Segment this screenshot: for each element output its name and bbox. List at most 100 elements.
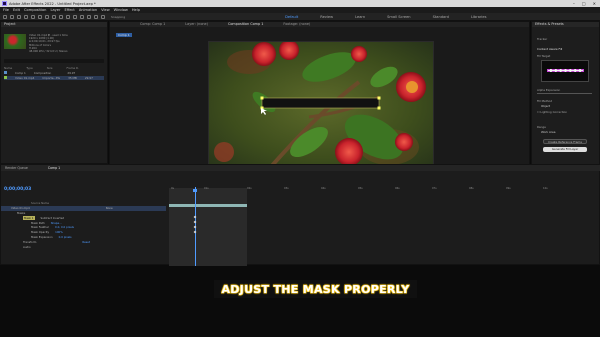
transform-reset[interactable]: Reset [82, 240, 90, 244]
ruler-tick: 0s [171, 187, 175, 190]
ruler-tick: 04s [321, 187, 326, 190]
menu-edit[interactable]: Edit [13, 8, 20, 12]
transform-group: Transform [23, 239, 37, 244]
ruler-tick: 08s [469, 187, 474, 190]
time-ruler[interactable]: 0s 01s 02s 03s 04s 05s 06s 07s 08s 09s 1… [169, 187, 599, 193]
mask-shape[interactable] [261, 97, 380, 109]
pen-tool-icon[interactable] [59, 14, 63, 19]
clone-stamp-tool-icon[interactable] [80, 14, 84, 19]
playhead-handle[interactable] [193, 189, 197, 192]
generate-fill-layer-button[interactable]: Generate Fill Layer [543, 147, 587, 152]
home-icon[interactable] [3, 14, 7, 19]
work-area [169, 188, 247, 266]
project-columns: Name Type Size Frame R. [4, 66, 104, 70]
comp-breadcrumb[interactable]: Comp 1 [116, 33, 132, 37]
close-icon[interactable]: ✕ [593, 1, 596, 6]
minimize-icon[interactable]: – [573, 1, 575, 6]
selection-tool-icon[interactable] [10, 14, 14, 19]
pan-behind-tool-icon[interactable] [45, 14, 49, 19]
workspace-libraries[interactable]: Libraries [471, 15, 487, 19]
footage-thumbnail [4, 34, 26, 49]
ruler-tick: 03s [284, 187, 289, 190]
workspace-learn[interactable]: Learn [355, 15, 365, 19]
tab-layer[interactable]: Layer: (none) [185, 22, 208, 27]
zoom-tool-icon[interactable] [24, 14, 28, 19]
mask-expansion-value[interactable]: 0.0 pixels [59, 235, 72, 239]
audio-group: Audio [23, 244, 31, 249]
property-row[interactable]: Audio [1, 244, 166, 249]
column-name[interactable]: Name [4, 66, 12, 70]
item-fps: 29.97 [67, 71, 76, 75]
menu-layer[interactable]: Layer [50, 8, 60, 12]
menu-view[interactable]: View [101, 8, 110, 12]
mask-tool-icon[interactable] [52, 14, 56, 19]
workspace-small-screen[interactable]: Small Screen [387, 15, 410, 19]
workspace-default[interactable]: Default [285, 15, 298, 19]
project-panel: Project Video 01.mp4 ▼ , used 1 time 192… [0, 21, 108, 164]
alpha-expansion-slider[interactable] [537, 93, 592, 94]
puppet-tool-icon[interactable] [101, 14, 105, 19]
menu-file[interactable]: File [3, 8, 9, 12]
column-type[interactable]: Type [26, 66, 32, 70]
tab-composition[interactable]: Composition Comp 1 [228, 22, 263, 27]
mask-opacity-value[interactable]: 100% [55, 230, 63, 234]
column-size[interactable]: Size [47, 66, 53, 70]
list-item[interactable]: Video 01.mp4 Importe...EG 35 MB 29.97 [4, 76, 104, 80]
fill-method-select[interactable]: Object [541, 104, 550, 108]
camera-tool-icon[interactable] [38, 14, 42, 19]
mask-path-label: Mask Path [31, 220, 45, 225]
create-reference-frame-button[interactable]: Create Reference Frame [543, 139, 587, 144]
column-frame-rate[interactable]: Frame R. [66, 66, 78, 70]
tab-comp[interactable]: Comp: Comp 1 [140, 22, 165, 27]
ruler-tick: 06s [395, 187, 400, 190]
project-search-input[interactable] [4, 59, 104, 63]
viewer-tabs: Comp: Comp 1 Layer: (none) Composition C… [110, 22, 529, 27]
layer-name: Video 01.mp4 [11, 206, 30, 211]
composition-canvas[interactable] [208, 41, 434, 168]
brush-tool-icon[interactable] [73, 14, 77, 19]
item-name: Comp 1 [15, 71, 26, 75]
type-tool-icon[interactable] [66, 14, 70, 19]
lighting-correction-label: Lighting Correction [540, 110, 568, 114]
timeline-timecode[interactable]: 0;00;00;03 [4, 187, 31, 192]
list-item[interactable]: Comp 1 Composition 29.97 [4, 71, 104, 75]
menu-window[interactable]: Window [114, 8, 128, 12]
after-effects-logo-icon [2, 1, 7, 6]
menu-help[interactable]: Help [132, 8, 140, 12]
timeline-panel: Render Queue Comp 1 0;00;00;03 0s 01s 02… [0, 164, 600, 266]
mask-path-value[interactable]: Shape... [51, 221, 62, 225]
footage-info: Video 01.mp4 ▼ , used 1 time 1920 x 1080… [29, 34, 68, 53]
window-title: Adobe After Effects 2022 - Untitled Proj… [9, 1, 96, 6]
tab-render-queue[interactable]: Render Queue [5, 165, 28, 171]
parent-select[interactable]: None [106, 206, 113, 210]
effects-presets-tab[interactable]: Effects & Presets [532, 22, 599, 27]
tracker-tab[interactable]: Tracker [537, 37, 547, 41]
project-tab[interactable]: Project [1, 22, 107, 27]
rotate-tool-icon[interactable] [31, 14, 35, 19]
workspace-review[interactable]: Review [320, 15, 333, 19]
mask-mode[interactable]: Subtract Inverted [41, 216, 65, 220]
column-source-name[interactable]: Source Name [31, 201, 49, 205]
range-select[interactable]: Work Area [541, 130, 555, 134]
composition-viewer: Comp: Comp 1 Layer: (none) Composition C… [109, 21, 530, 177]
menu-effect[interactable]: Effect [64, 8, 74, 12]
layer-duration-bar[interactable] [169, 204, 247, 207]
mask-feather-label: Mask Feather [31, 225, 49, 230]
alpha-expansion-label: Alpha Expansion [537, 88, 561, 92]
snapping-label[interactable]: Snapping [111, 15, 125, 19]
roto-brush-tool-icon[interactable] [94, 14, 98, 19]
eraser-tool-icon[interactable] [87, 14, 91, 19]
tab-comp-1[interactable]: Comp 1 [48, 165, 60, 171]
hand-tool-icon[interactable] [17, 14, 21, 19]
fill-target-strip [547, 69, 584, 72]
lighting-correction-checkbox[interactable]: ☐ Lighting Correction [537, 110, 567, 114]
tools-bar: Snapping Default Review Learn Small Scre… [0, 13, 600, 21]
item-name: Video 01.mp4 [15, 76, 35, 80]
menu-composition[interactable]: Composition [24, 8, 46, 12]
tab-footage[interactable]: Footage: (none) [283, 22, 310, 27]
mask-opacity-label: Mask Opacity [31, 230, 50, 235]
mask-feather-value[interactable]: 0.0, 0.0 pixels [55, 225, 74, 229]
workspace-standard[interactable]: Standard [433, 15, 449, 19]
maximize-icon[interactable]: □ [582, 1, 586, 6]
menu-animation[interactable]: Animation [79, 8, 97, 12]
